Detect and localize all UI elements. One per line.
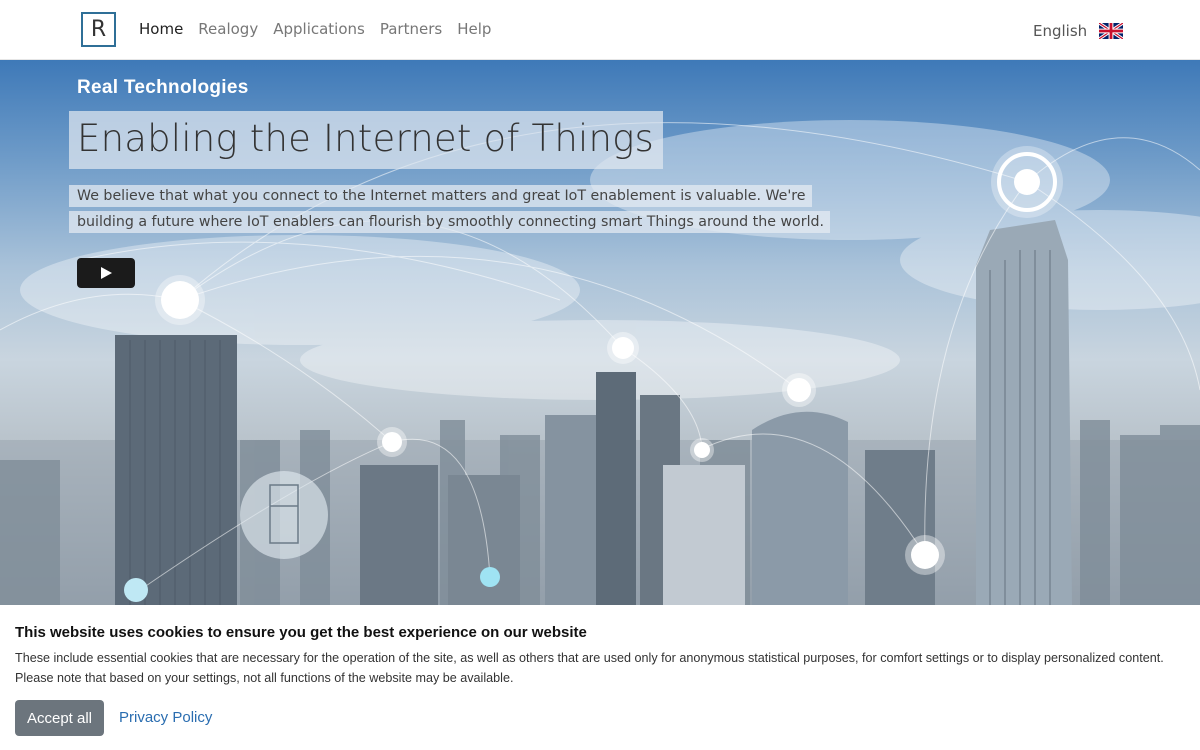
nav-link-realogy[interactable]: Realogy (198, 20, 258, 38)
hero-description: We believe that what you connect to the … (69, 185, 831, 233)
hero-company: Real Technologies (77, 77, 249, 98)
privacy-policy-link[interactable]: Privacy Policy (119, 709, 212, 726)
play-icon (101, 267, 112, 279)
navbar: R Home Realogy Applications Partners Hel… (0, 0, 1200, 60)
cookie-text: These include essential cookies that are… (15, 651, 1164, 685)
language-label: English (1033, 22, 1088, 40)
nav-link-help[interactable]: Help (457, 20, 491, 38)
logo-letter: R (90, 16, 107, 42)
language-selector[interactable]: English (1033, 22, 1124, 40)
hero-title: Enabling the Internet of Things (69, 111, 664, 169)
logo[interactable]: R (81, 12, 116, 47)
nav-link-partners[interactable]: Partners (380, 20, 442, 38)
play-video-button[interactable] (77, 258, 135, 288)
cookie-title: This website uses cookies to ensure you … (15, 624, 587, 641)
cookie-banner: This website uses cookies to ensure you … (0, 605, 1200, 750)
nav-links: Home Realogy Applications Partners Help (139, 20, 506, 38)
uk-flag-icon (1099, 23, 1124, 39)
accept-all-button[interactable]: Accept all (15, 700, 104, 736)
nav-link-applications[interactable]: Applications (273, 20, 365, 38)
nav-link-home[interactable]: Home (139, 20, 183, 38)
hero-description-box: We believe that what you connect to the … (69, 183, 865, 235)
hero-section: Real Technologies Enabling the Internet … (0, 60, 1200, 605)
